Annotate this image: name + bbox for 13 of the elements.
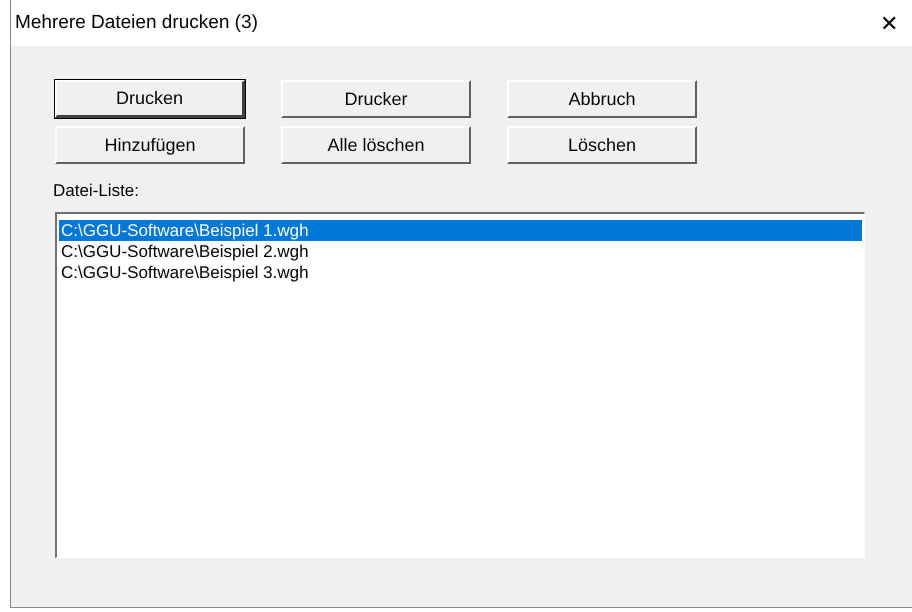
dialog-button[interactable]: Hinzufügen (55, 126, 245, 164)
dialog-button[interactable]: Löschen (507, 126, 697, 164)
close-button[interactable]: ✕ (876, 6, 902, 40)
file-listbox[interactable]: C:\GGU-Software\Beispiel 1.wgh C:\GGU-Software\Beispiel 2.wgh C:\GGU-Software\Beispiel 3.wgh (55, 212, 865, 558)
file-list-item[interactable]: C:\GGU-Software\Beispiel 1.wgh (59, 220, 862, 240)
file-list-item[interactable]: C:\GGU-Software\Beispiel 2.wgh (59, 240, 862, 262)
window-title: Mehrere Dateien drucken (3) (15, 10, 258, 35)
dialog-button[interactable]: Alle löschen (281, 126, 471, 164)
list-label: Datei-Liste: (53, 180, 140, 202)
file-list-item[interactable]: C:\GGU-Software\Beispiel 3.wgh (59, 262, 862, 282)
dialog-button[interactable]: Drucker (281, 80, 471, 118)
dialog-button[interactable]: Abbruch (507, 80, 697, 118)
dialog-button[interactable]: Drucken (55, 80, 245, 118)
